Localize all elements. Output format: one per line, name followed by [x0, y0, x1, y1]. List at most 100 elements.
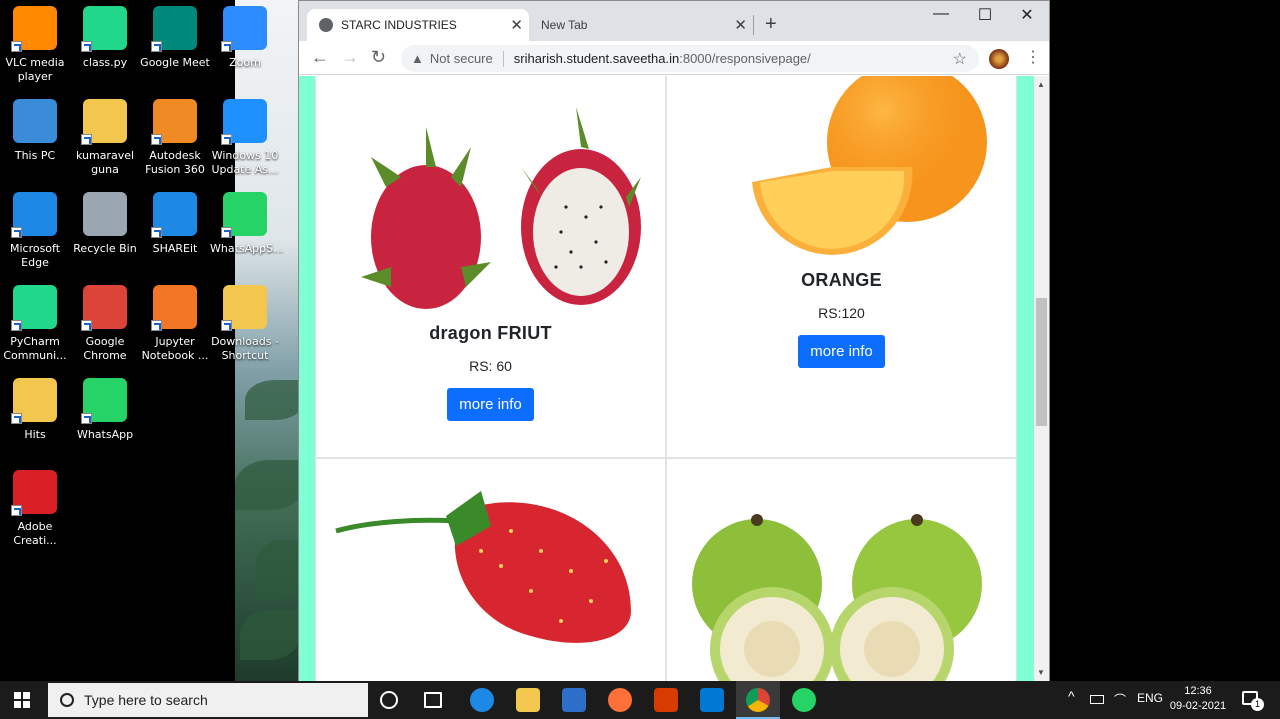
- edge-icon: [11, 192, 57, 238]
- close-tab-icon[interactable]: ✕: [734, 16, 747, 34]
- downloads-folder-icon: [221, 285, 267, 331]
- language-indicator[interactable]: ENG: [1137, 691, 1163, 705]
- fusion360-icon: [151, 99, 197, 145]
- taskbar-search-box[interactable]: Type here to search: [48, 683, 368, 717]
- profile-avatar[interactable]: [989, 49, 1009, 69]
- desktop-icon-label: Zoom: [229, 56, 261, 69]
- computer-icon: [13, 99, 57, 143]
- product-card-strawberry: [315, 458, 666, 681]
- task-view-icon[interactable]: [424, 692, 442, 708]
- new-tab-button[interactable]: +: [765, 13, 777, 36]
- desktop-icon[interactable]: Zoom: [210, 6, 280, 70]
- desktop-icon[interactable]: Jupyter Notebook ...: [140, 285, 210, 363]
- back-arrow-icon[interactable]: ←: [311, 47, 329, 68]
- desktop-icon[interactable]: class.py: [70, 6, 140, 70]
- desktop-icon[interactable]: Downloads - Shortcut: [210, 285, 280, 363]
- maximize-button[interactable]: ☐: [963, 5, 1007, 27]
- more-info-button[interactable]: more info: [447, 388, 534, 421]
- reload-icon[interactable]: ↻: [371, 47, 386, 68]
- wifi-icon[interactable]: ⌒: [1114, 691, 1126, 708]
- scrollbar-thumb[interactable]: [1036, 298, 1047, 426]
- desktop-icon[interactable]: Microsoft Edge: [0, 192, 70, 270]
- desktop-icon-label: Google Chrome: [83, 335, 127, 362]
- google-meet-icon: [151, 6, 197, 52]
- shareit-icon: [151, 192, 197, 238]
- desktop-icon[interactable]: PyCharm Communi...: [0, 285, 70, 363]
- product-card-dragon-fruit: dragon FRIUT RS: 60 more info: [315, 76, 666, 458]
- product-title: dragon FRIUT: [429, 323, 552, 343]
- vertical-scrollbar[interactable]: ▲ ▼: [1034, 76, 1049, 681]
- shortcut-arrow-icon: [11, 505, 22, 516]
- bookmark-star-icon[interactable]: ☆: [953, 49, 967, 69]
- search-placeholder: Type here to search: [84, 692, 208, 708]
- page-viewport: dragon FRIUT RS: 60 more info ORANGE RS:…: [299, 76, 1034, 681]
- shortcut-arrow-icon: [221, 134, 232, 145]
- windows-update-icon: [221, 99, 267, 145]
- edge-taskbar-icon[interactable]: [470, 688, 494, 712]
- adobe-cc-icon: [11, 470, 57, 516]
- address-separator: [502, 50, 504, 67]
- browser-toolbar: ← → ↻ ▲ Not secure sriharish.student.sav…: [299, 41, 1049, 75]
- tab-new-tab[interactable]: New Tab ✕: [531, 9, 753, 41]
- product-card-orange: ORANGE RS:120 more info: [666, 76, 1017, 458]
- scroll-up-icon[interactable]: ▲: [1037, 80, 1045, 89]
- mail-icon[interactable]: [700, 688, 724, 712]
- desktop-icon[interactable]: SHAREit: [140, 192, 210, 256]
- desktop-icon[interactable]: Autodesk Fusion 360: [140, 99, 210, 177]
- scroll-down-icon[interactable]: ▼: [1037, 668, 1045, 677]
- product-price: RS: 60: [469, 358, 512, 374]
- desktop-icon-label: VLC media player: [5, 56, 65, 83]
- battery-icon[interactable]: [1090, 695, 1104, 704]
- chrome-taskbar-active[interactable]: [736, 681, 780, 719]
- desktop-icon[interactable]: Recycle Bin: [70, 192, 140, 256]
- shortcut-arrow-icon: [221, 320, 232, 331]
- desktop-icon-label: Jupyter Notebook ...: [141, 335, 209, 362]
- close-tab-icon[interactable]: ✕: [510, 16, 523, 34]
- shortcut-arrow-icon: [151, 41, 162, 52]
- close-window-button[interactable]: ✕: [1005, 5, 1049, 27]
- more-info-button[interactable]: more info: [798, 335, 885, 368]
- minimize-button[interactable]: —: [919, 5, 963, 27]
- shortcut-arrow-icon: [81, 134, 92, 145]
- file-explorer-icon[interactable]: [516, 688, 540, 712]
- notification-count: 1: [1251, 698, 1264, 711]
- notification-center-icon[interactable]: 1: [1242, 691, 1264, 711]
- show-hidden-icons-chevron-icon[interactable]: ^: [1068, 688, 1075, 704]
- desktop-icon[interactable]: kumaravel guna: [70, 99, 140, 177]
- firefox-icon[interactable]: [608, 688, 632, 712]
- windows-start-icon[interactable]: [14, 692, 30, 708]
- desktop-icon[interactable]: Hits: [0, 378, 70, 442]
- jupyter-icon: [151, 285, 197, 331]
- forward-arrow-icon[interactable]: →: [341, 47, 359, 68]
- desktop-icon[interactable]: This PC: [0, 99, 70, 163]
- guava-image: [692, 514, 982, 681]
- product-card-guava: [666, 458, 1017, 681]
- recycle-bin-icon: [83, 192, 127, 236]
- desktop-icon[interactable]: Adobe Creati...: [0, 470, 70, 548]
- tab-starc-industries[interactable]: STARC INDUSTRIES ✕: [307, 9, 529, 41]
- shortcut-arrow-icon: [11, 41, 22, 52]
- shortcut-arrow-icon: [11, 413, 22, 424]
- cortana-icon[interactable]: [380, 691, 398, 709]
- shortcut-arrow-icon: [81, 320, 92, 331]
- browser-menu-icon[interactable]: ⋮: [1025, 47, 1041, 67]
- desktop-icon[interactable]: VLC media player: [0, 6, 70, 84]
- desktop-icon[interactable]: Google Chrome: [70, 285, 140, 363]
- chrome-taskbar-icon: [746, 688, 770, 712]
- desktop-icon-label: Adobe Creati...: [13, 520, 57, 547]
- desktop-icon[interactable]: Google Meet: [140, 6, 210, 70]
- address-bar[interactable]: ▲ Not secure sriharish.student.saveetha.…: [401, 45, 979, 72]
- desktop-icon-label: Hits: [24, 428, 46, 441]
- desktop-icon[interactable]: WhatsAppS...: [210, 192, 284, 256]
- product-price: RS:120: [818, 305, 865, 321]
- tab-label: New Tab: [541, 18, 588, 32]
- tab-label: STARC INDUSTRIES: [341, 18, 457, 32]
- store-icon[interactable]: [562, 688, 586, 712]
- desktop-icon[interactable]: WhatsApp: [70, 378, 140, 442]
- whatsapp-taskbar-icon[interactable]: [792, 688, 816, 712]
- desktop-icon-label: Google Meet: [140, 56, 210, 69]
- desktop-icon[interactable]: Windows 10 Update As...: [210, 99, 280, 177]
- office-icon[interactable]: [654, 688, 678, 712]
- strawberry-image: [335, 491, 631, 643]
- taskbar-clock[interactable]: 12:36 09-02-2021: [1168, 684, 1228, 714]
